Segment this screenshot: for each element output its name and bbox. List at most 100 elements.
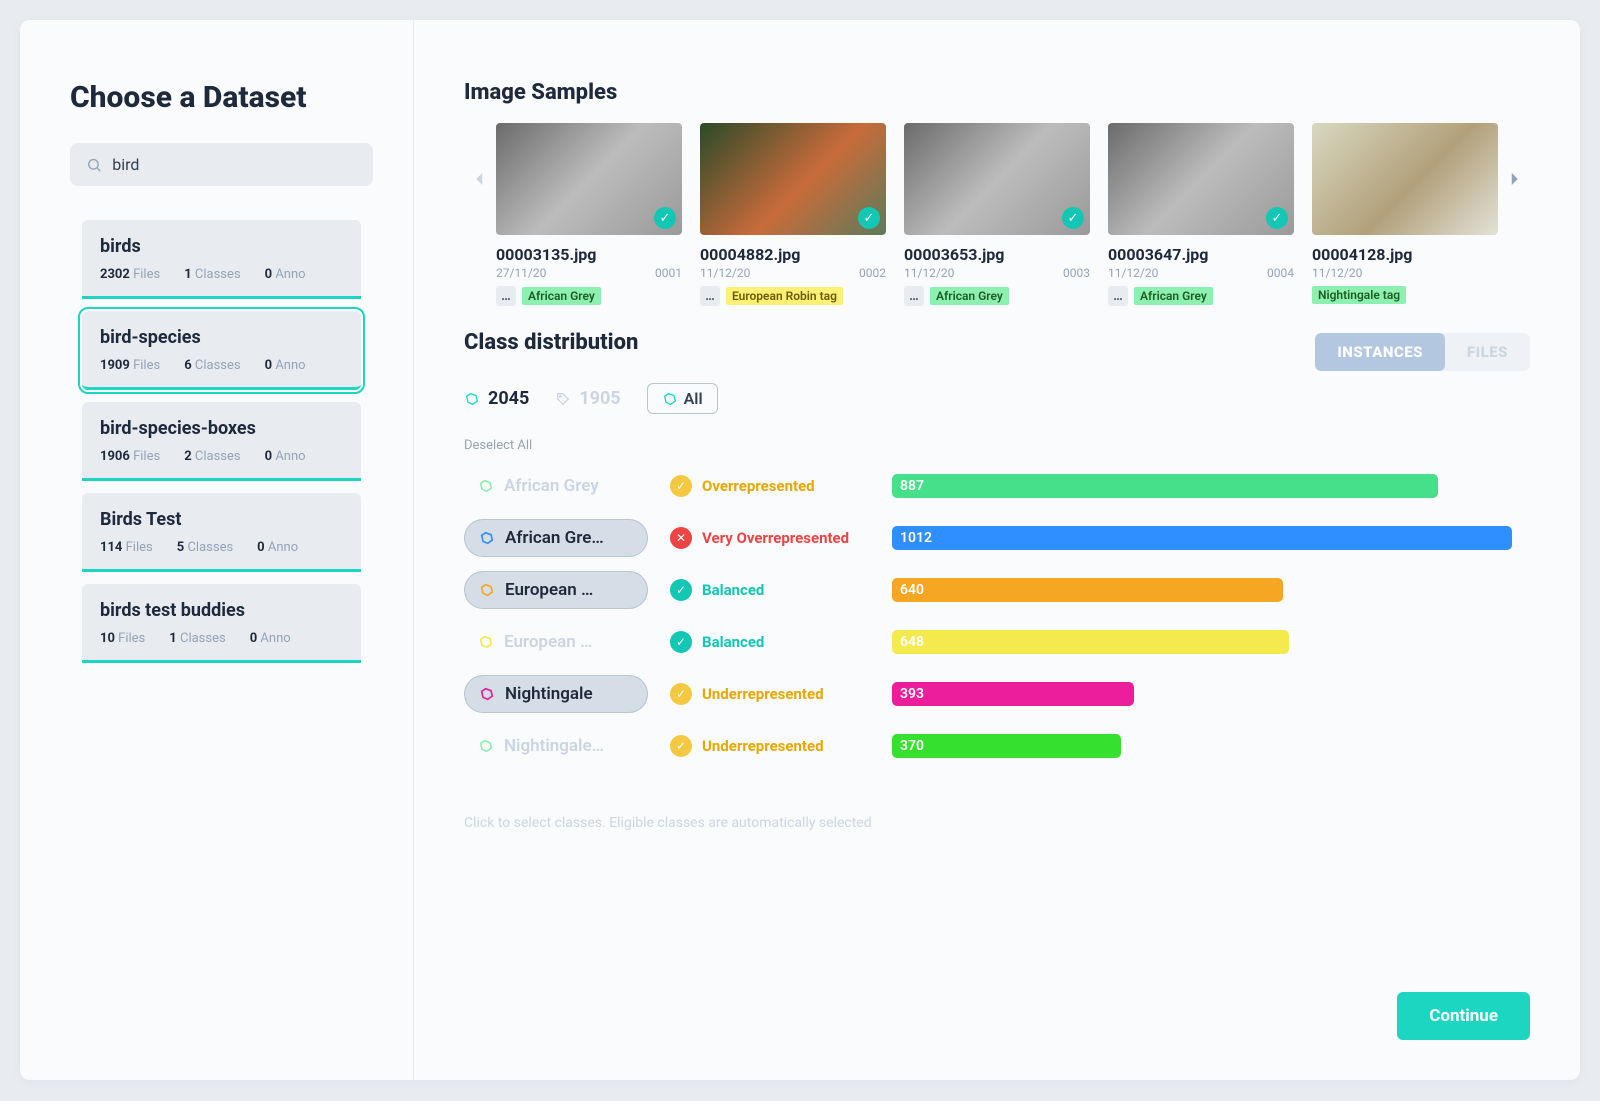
status-text: Balanced (702, 633, 764, 651)
counts-row: 2045 1905 All (464, 383, 1530, 414)
sample-card[interactable]: ✓ 00004882.jpg 11/12/200002 … European R… (700, 123, 886, 306)
chevron-right-icon (1505, 170, 1523, 188)
count-tags: 1905 (555, 388, 620, 409)
dataset-meta: 2302 Files 1 Classes 0 Anno (100, 267, 343, 282)
class-label: African Gre… (505, 528, 604, 548)
sample-card[interactable]: ✓ 00003653.jpg 11/12/200003 … African Gr… (904, 123, 1090, 306)
status-text: Underrepresented (702, 737, 824, 755)
tab-instances[interactable]: INSTANCES (1315, 333, 1445, 371)
class-bar-wrap: 370 (892, 734, 1512, 758)
sample-meta: 27/11/200001 (496, 266, 682, 280)
sample-thumbnail[interactable]: ✓ (904, 123, 1090, 235)
check-icon: ✓ (858, 207, 880, 229)
dataset-item[interactable]: birds 2302 Files 1 Classes 0 Anno (82, 220, 361, 299)
carousel-next[interactable] (1498, 123, 1530, 235)
dataset-item[interactable]: Birds Test 114 Files 5 Classes 0 Anno (82, 493, 361, 572)
sample-filename: 00004128.jpg (1312, 245, 1498, 264)
class-status: ✕ Very Overrepresented (670, 527, 870, 549)
more-menu-button[interactable]: … (496, 286, 516, 306)
class-row: African Grey ✓ Overrepresented 887 (464, 467, 1530, 505)
filter-all[interactable]: All (647, 383, 718, 414)
sidebar: Choose a Dataset birds 2302 Files 1 Clas… (20, 20, 414, 1080)
class-label: European … (504, 632, 592, 652)
status-badge-icon: ✕ (670, 527, 692, 549)
class-bar-wrap: 640 (892, 578, 1512, 602)
class-status: ✓ Underrepresented (670, 735, 870, 757)
dataset-list: birds 2302 Files 1 Classes 0 Anno bird-s… (70, 208, 373, 675)
sample-meta: 11/12/200002 (700, 266, 886, 280)
polygon-icon (478, 738, 494, 754)
class-label: European … (505, 580, 593, 600)
dataset-item[interactable]: bird-species 1909 Files 6 Classes 0 Anno (82, 311, 361, 390)
deselect-all[interactable]: Deselect All (464, 438, 1530, 453)
class-bar: 887 (892, 474, 1438, 498)
selection-hint: Click to select classes. Eligible classe… (464, 815, 1530, 831)
sample-card[interactable]: ✓ 00003135.jpg 27/11/200001 … African Gr… (496, 123, 682, 306)
sample-thumbnail[interactable]: ✓ (496, 123, 682, 235)
sample-tag: African Grey (522, 287, 601, 305)
sample-thumbnail[interactable]: ✓ (700, 123, 886, 235)
sample-thumbnail[interactable]: ✓ (1108, 123, 1294, 235)
tab-toggle: INSTANCES FILES (1315, 333, 1530, 371)
class-pill[interactable]: Nightingale… (464, 727, 648, 765)
main-panel: Image Samples ✓ 00003135.jpg 27/11/20000… (414, 20, 1580, 1080)
search-icon (86, 156, 102, 174)
status-badge-icon: ✓ (670, 579, 692, 601)
class-pill[interactable]: European … (464, 571, 648, 609)
class-pill[interactable]: European … (464, 623, 648, 661)
sample-tags: … African Grey (904, 286, 1090, 306)
sample-tag: European Robin tag (726, 287, 843, 305)
dataset-meta: 1906 Files 2 Classes 0 Anno (100, 449, 343, 464)
class-bar: 640 (892, 578, 1283, 602)
dataset-item[interactable]: bird-species-boxes 1906 Files 2 Classes … (82, 402, 361, 481)
class-bar-wrap: 393 (892, 682, 1512, 706)
class-status: ✓ Balanced (670, 631, 870, 653)
sample-thumbnail[interactable] (1312, 123, 1498, 235)
class-label: Nightingale (505, 684, 593, 704)
more-menu-button[interactable]: … (700, 286, 720, 306)
class-pill[interactable]: Nightingale (464, 675, 648, 713)
class-status: ✓ Balanced (670, 579, 870, 601)
samples-container: ✓ 00003135.jpg 27/11/200001 … African Gr… (496, 123, 1498, 306)
class-rows: African Grey ✓ Overrepresented 887 Afric… (464, 467, 1530, 765)
check-icon: ✓ (1062, 207, 1084, 229)
sample-tags: … European Robin tag (700, 286, 886, 306)
class-dist-header: Class distribution INSTANCES FILES (464, 330, 1530, 373)
sample-tags: Nightingale tag (1312, 286, 1498, 304)
class-label: Nightingale… (504, 736, 604, 756)
polygon-icon (464, 391, 480, 407)
class-row: Nightingale ✓ Underrepresented 393 (464, 675, 1530, 713)
check-icon: ✓ (654, 207, 676, 229)
class-row: European … ✓ Balanced 640 (464, 571, 1530, 609)
tab-files[interactable]: FILES (1445, 333, 1530, 371)
sample-meta: 11/12/200004 (1108, 266, 1294, 280)
sidebar-title: Choose a Dataset (70, 80, 373, 115)
class-row: Nightingale… ✓ Underrepresented 370 (464, 727, 1530, 765)
more-menu-button[interactable]: … (1108, 286, 1128, 306)
carousel-prev[interactable] (464, 123, 496, 235)
polygon-icon (479, 582, 495, 598)
sample-card[interactable]: ✓ 00003647.jpg 11/12/200004 … African Gr… (1108, 123, 1294, 306)
class-bar: 393 (892, 682, 1134, 706)
more-menu-button[interactable]: … (904, 286, 924, 306)
status-text: Balanced (702, 581, 764, 599)
class-pill[interactable]: African Gre… (464, 519, 648, 557)
class-row: African Gre… ✕ Very Overrepresented 1012 (464, 519, 1530, 557)
class-bar: 370 (892, 734, 1121, 758)
sample-tags: … African Grey (496, 286, 682, 306)
continue-button[interactable]: Continue (1397, 992, 1530, 1040)
status-badge-icon: ✓ (670, 631, 692, 653)
sample-card[interactable]: 00004128.jpg 11/12/20 Nightingale tag (1312, 123, 1498, 306)
status-badge-icon: ✓ (670, 475, 692, 497)
dataset-meta: 114 Files 5 Classes 0 Anno (100, 540, 343, 555)
count-polygons: 2045 (464, 388, 529, 409)
search-box[interactable] (70, 143, 373, 186)
polygon-icon (478, 634, 494, 650)
dataset-name: bird-species (100, 327, 343, 348)
search-input[interactable] (112, 155, 357, 174)
sample-tag: African Grey (930, 287, 1009, 305)
dataset-item[interactable]: birds test buddies 10 Files 1 Classes 0 … (82, 584, 361, 663)
app-card: Choose a Dataset birds 2302 Files 1 Clas… (20, 20, 1580, 1080)
class-bar: 648 (892, 630, 1289, 654)
class-pill[interactable]: African Grey (464, 467, 648, 505)
